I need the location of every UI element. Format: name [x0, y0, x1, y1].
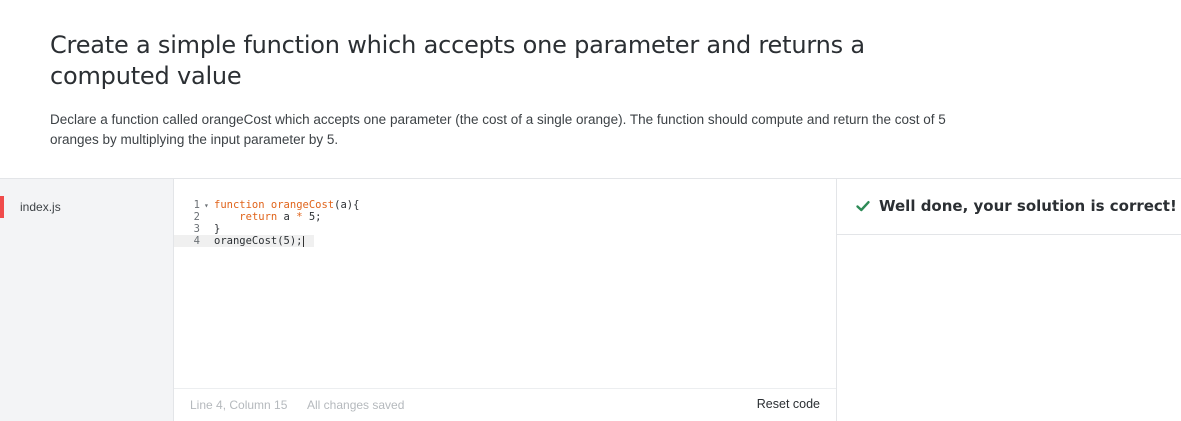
result-message: Well done, your solution is correct!: [879, 196, 1177, 215]
workspace: index.js 1 ▾ function orangeCost(a){ 2 ret…: [0, 178, 1181, 421]
file-sidebar: index.js: [0, 179, 174, 421]
challenge-title: Create a simple function which accepts o…: [50, 31, 865, 90]
active-file-marker: [0, 196, 4, 218]
cursor-position: Line 4, Column 15: [190, 398, 288, 412]
line-number: 2: [193, 211, 200, 223]
code-text: orangeCost(5);: [214, 235, 303, 247]
challenge-description: Declare a function called orangeCost whi…: [50, 112, 946, 147]
code-area[interactable]: 1 ▾ function orangeCost(a){ 2 return a * 5…: [174, 199, 836, 247]
file-name: index.js: [20, 200, 61, 214]
code-text: 5;: [302, 211, 322, 223]
file-tab-index-js[interactable]: index.js: [0, 196, 174, 218]
check-icon: [856, 200, 870, 211]
text-cursor: [302, 235, 304, 247]
line-number: 3: [193, 223, 200, 235]
code-text: (a){: [334, 199, 360, 211]
code-text: }: [214, 223, 221, 235]
code-keyword: return: [239, 211, 278, 223]
editor-status-bar: Line 4, Column 15 All changes saved Rese…: [174, 388, 836, 421]
result-panel: Well done, your solution is correct!: [837, 179, 1181, 421]
result-header: Well done, your solution is correct!: [837, 179, 1181, 235]
code-editor[interactable]: 1 ▾ function orangeCost(a){ 2 return a * 5…: [174, 179, 837, 421]
code-line-3[interactable]: 3}: [174, 223, 836, 235]
save-status: All changes saved: [307, 398, 405, 412]
challenge-header: Create a simple function which accepts o…: [50, 30, 950, 150]
code-function-name: orangeCost: [270, 199, 335, 211]
line-number: 1: [193, 199, 200, 211]
code-text: a: [277, 211, 297, 223]
code-keyword: function: [214, 199, 265, 211]
code-line-2[interactable]: 2 return a * 5;: [174, 211, 836, 223]
line-number: 4: [193, 235, 200, 247]
code-line-4[interactable]: 4 orangeCost(5);: [174, 235, 314, 247]
code-line-1[interactable]: 1 ▾ function orangeCost(a){: [174, 199, 836, 211]
reset-code-button[interactable]: Reset code: [757, 397, 820, 411]
